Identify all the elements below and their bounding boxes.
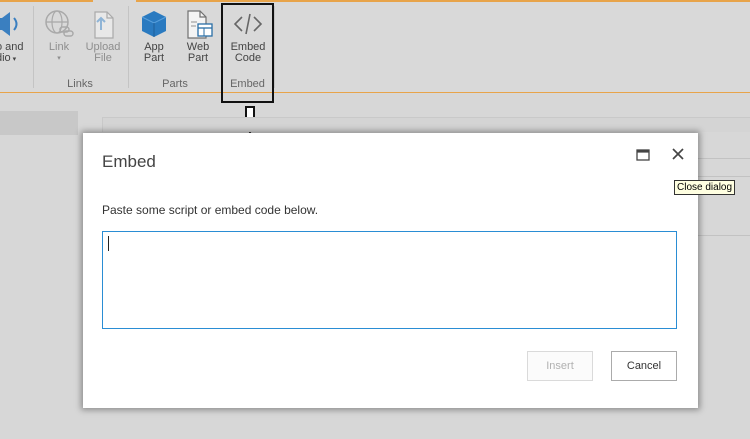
upload-file-label-line2: File (94, 52, 112, 64)
group-label-links: Links (67, 78, 93, 90)
link-label: Link (48, 41, 70, 53)
embed-code-input[interactable] (102, 231, 677, 329)
ribbon: o and dio ▾ Link ▾ Upload File Links (0, 0, 750, 93)
globe-link-icon (45, 10, 74, 37)
web-part-icon (187, 10, 213, 39)
embed-instruction: Paste some script or embed code below. (102, 203, 319, 217)
link-button[interactable]: Link ▾ (42, 8, 76, 64)
group-separator (33, 6, 34, 88)
upload-file-button[interactable]: Upload File (84, 8, 122, 64)
embed-highlight-box (221, 3, 274, 103)
chevron-down-icon: ▾ (57, 55, 61, 62)
embed-dialog: Embed Paste some script or embed code be… (83, 133, 698, 408)
ribbon-active-tab-gap (93, 0, 136, 2)
close-dialog-tooltip: Close dialog (674, 180, 736, 195)
group-label-parts: Parts (162, 78, 188, 90)
close-icon[interactable] (670, 145, 686, 163)
page-divider (698, 158, 750, 159)
page-left-nav-strip (0, 111, 78, 135)
page-divider (698, 176, 750, 177)
web-part-button[interactable]: Web Part (181, 8, 215, 64)
video-audio-label-line2: dio ▾ (0, 52, 17, 64)
app-part-button[interactable]: App Part (137, 8, 171, 64)
video-audio-button[interactable]: o and dio ▾ (0, 8, 30, 65)
page-content-panel (102, 117, 750, 132)
text-cursor (108, 236, 109, 251)
group-separator (128, 6, 129, 88)
app-part-label-line2: Part (143, 52, 165, 64)
page-divider (698, 235, 750, 236)
dialog-title: Embed (102, 152, 156, 171)
cancel-button[interactable]: Cancel (611, 351, 677, 381)
insert-button[interactable]: Insert (527, 351, 593, 381)
maximize-icon[interactable] (635, 147, 651, 163)
group-separator (274, 6, 275, 88)
app-part-cube-icon (141, 11, 167, 37)
chevron-down-icon: ▾ (10, 56, 17, 63)
web-part-label-line2: Part (187, 52, 209, 64)
upload-file-icon (94, 11, 114, 39)
speaker-icon (0, 12, 18, 36)
